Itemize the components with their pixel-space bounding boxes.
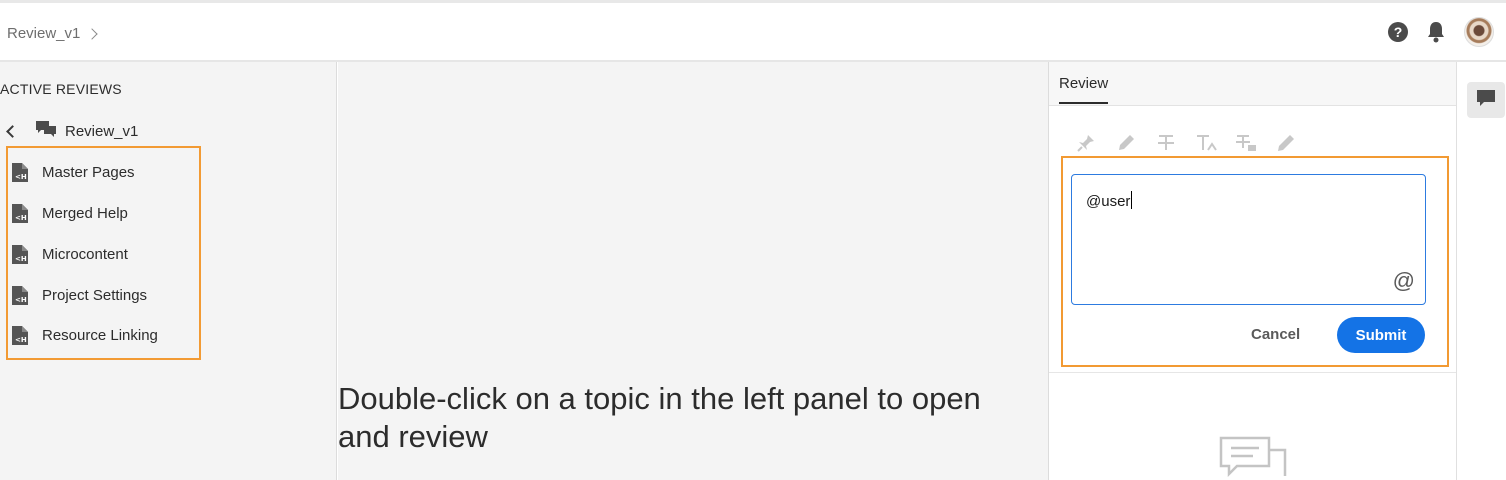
topic-item[interactable]: <H Master Pages — [12, 163, 135, 182]
review-tabs: Review — [1049, 62, 1456, 106]
cancel-button[interactable]: Cancel — [1251, 326, 1300, 343]
pencil-icon[interactable] — [1275, 132, 1297, 154]
replace-text-icon[interactable] — [1235, 132, 1257, 154]
review-item[interactable]: Review_v1 — [5, 120, 138, 143]
topic-label: Microcontent — [42, 246, 128, 263]
right-rail — [1456, 62, 1506, 480]
topic-item[interactable]: <H Merged Help — [12, 204, 128, 223]
strikethrough-icon[interactable] — [1155, 132, 1177, 154]
comment-text: @user — [1086, 191, 1133, 210]
topic-label: Project Settings — [42, 287, 148, 304]
topic-item[interactable]: <H Resource Linking — [12, 326, 158, 345]
pin-icon[interactable] — [1075, 132, 1097, 154]
topic-item[interactable]: <H Microcontent — [12, 245, 128, 264]
comment-input[interactable]: @user @ — [1071, 174, 1426, 305]
topic-file-icon: <H — [12, 163, 28, 182]
header-icons: ? — [1388, 17, 1494, 47]
svg-text:<H: <H — [15, 296, 27, 304]
comments-toggle-button[interactable] — [1467, 82, 1505, 118]
divider — [1049, 372, 1457, 373]
topic-label: Master Pages — [42, 164, 135, 181]
insert-text-icon[interactable] — [1195, 132, 1217, 154]
svg-text:<H: <H — [15, 173, 27, 181]
chevron-left-icon[interactable] — [6, 125, 19, 138]
comment-icon — [1476, 89, 1496, 112]
topic-file-icon: <H — [12, 286, 28, 305]
user-avatar[interactable] — [1464, 17, 1494, 47]
topic-file-icon: <H — [12, 204, 28, 223]
highlight-icon[interactable] — [1115, 132, 1137, 154]
document-area: Double-click on a topic in the left pane… — [338, 62, 1048, 480]
breadcrumb-review[interactable]: Review_v1 — [7, 25, 80, 42]
comment-editor-highlight: @user @ Cancel Submit — [1061, 156, 1449, 367]
review-panel: Review @user @ Cancel Submit — [1048, 62, 1457, 480]
comments-empty-icon — [1219, 436, 1289, 480]
review-name: Review_v1 — [65, 123, 139, 140]
tab-review[interactable]: Review — [1059, 75, 1109, 104]
topic-file-icon: <H — [12, 326, 28, 345]
chat-bubbles-icon — [35, 120, 57, 143]
bell-icon[interactable] — [1426, 21, 1446, 43]
topic-file-icon: <H — [12, 245, 28, 264]
left-panel: ACTIVE REVIEWS Review_v1 <H Master Pages… — [0, 62, 337, 480]
svg-text:<H: <H — [15, 336, 27, 344]
topic-label: Resource Linking — [42, 327, 158, 344]
submit-button[interactable]: Submit — [1337, 317, 1425, 353]
active-reviews-heading: ACTIVE REVIEWS — [0, 81, 122, 97]
svg-text:<H: <H — [15, 255, 27, 263]
breadcrumb: Review_v1 — [7, 25, 99, 42]
topic-item[interactable]: <H Project Settings — [12, 286, 147, 305]
top-header: Review_v1 ? — [0, 0, 1506, 62]
help-icon[interactable]: ? — [1388, 22, 1408, 42]
chevron-right-icon — [86, 27, 99, 40]
empty-state-message: Double-click on a topic in the left pane… — [338, 381, 981, 454]
topic-label: Merged Help — [42, 205, 128, 222]
mention-at-icon[interactable]: @ — [1393, 268, 1415, 294]
annotation-toolbar — [1075, 132, 1297, 154]
svg-text:<H: <H — [15, 214, 27, 222]
